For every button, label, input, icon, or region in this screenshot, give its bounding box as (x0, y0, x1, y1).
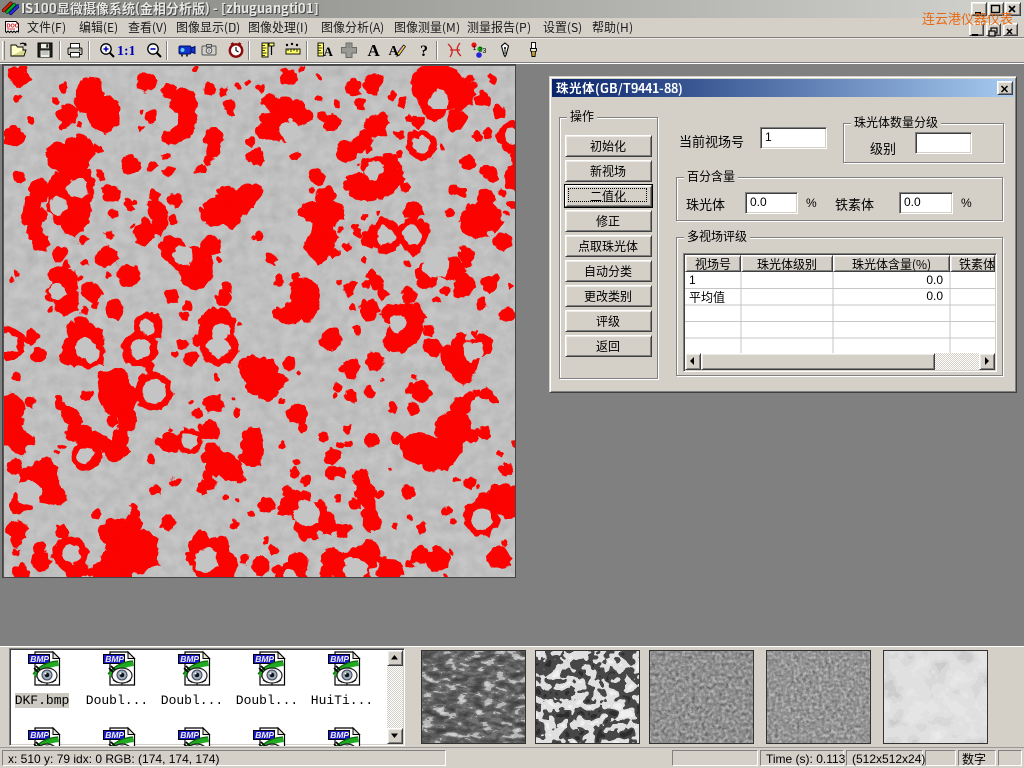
svg-text:3: 3 (483, 48, 487, 55)
svg-text:A: A (324, 44, 334, 59)
svg-text:?: ? (420, 43, 428, 59)
svg-text:A: A (368, 41, 381, 59)
svg-text:A: A (389, 44, 400, 59)
svg-text:1:1: 1:1 (117, 44, 134, 59)
svg-text:1: 1 (473, 45, 477, 52)
